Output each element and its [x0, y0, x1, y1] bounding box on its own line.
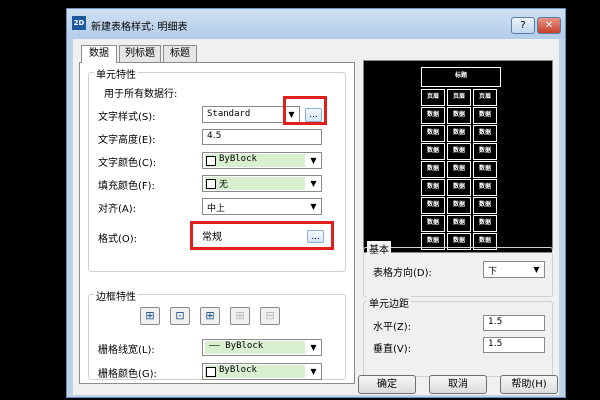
text-style-value: Standard	[207, 109, 251, 119]
preview-data-cell: 数据	[473, 107, 497, 124]
tab-panel: 单元特性 用于所有数据行: 文字样式(S): Standard ▼ ... 文字…	[79, 62, 355, 384]
preview-data-cell: 数据	[473, 215, 497, 232]
chevron-down-icon: ▼	[307, 200, 320, 213]
preview-column-header-cell: 页眉	[421, 89, 445, 106]
text-height-value: 4.5	[207, 131, 222, 141]
fill-color-value: 无	[205, 177, 305, 190]
help-title-button[interactable]: ?	[511, 17, 535, 34]
preview-data-cell: 数据	[473, 143, 497, 160]
align-label: 对齐(A):	[98, 204, 137, 215]
all-rows-subtitle: 用于所有数据行:	[104, 89, 178, 100]
horizontal-margin-label: 水平(Z):	[373, 322, 412, 333]
chevron-down-icon: ▼	[307, 365, 320, 378]
vertical-margin-label: 垂直(V):	[373, 344, 412, 355]
direction-label: 表格方向(D):	[373, 268, 432, 279]
preview-data-cell: 数据	[421, 125, 445, 142]
border-properties-title: 边框特性	[94, 288, 138, 303]
preview-data-cell: 数据	[447, 125, 471, 142]
horizontal-margin-value: 1.5	[488, 317, 503, 327]
format-browse-button[interactable]: ...	[307, 230, 324, 243]
line-color-select[interactable]: ByBlock ▼	[202, 363, 322, 380]
cell-properties-title: 单元特性	[94, 66, 138, 81]
preview-data-cell: 数据	[421, 197, 445, 214]
preview-data-cell: 数据	[473, 197, 497, 214]
preview-data-cell: 数据	[421, 179, 445, 196]
preview-data-cell: 数据	[421, 215, 445, 232]
preview-column-header-cell: 页眉	[473, 89, 497, 106]
close-button[interactable]: ✕	[537, 17, 561, 34]
fill-color-label: 填充颜色(F):	[98, 181, 155, 192]
outside-borders-button[interactable]: ⊡	[170, 307, 190, 325]
tab-column-header[interactable]: 列标题	[119, 45, 161, 62]
preview-data-cell: 数据	[447, 179, 471, 196]
chevron-down-icon: ▼	[307, 177, 320, 190]
cancel-button[interactable]: 取消	[429, 375, 487, 394]
chevron-down-icon: ▼	[307, 341, 320, 354]
preview-header-cell: 标题	[421, 67, 501, 87]
preview-data-cell: 数据	[421, 107, 445, 124]
help-button[interactable]: 帮助(H)	[500, 375, 558, 394]
line-weight-select[interactable]: —— ByBlock ▼	[202, 339, 322, 356]
text-height-input[interactable]: 4.5	[202, 129, 322, 145]
fill-color-select[interactable]: 无 ▼	[202, 175, 322, 192]
line-weight-label: 栅格线宽(L):	[98, 345, 155, 356]
line-weight-value: —— ByBlock	[205, 341, 305, 354]
preview-data-cell: 数据	[473, 161, 497, 178]
text-style-browse-button[interactable]: ...	[305, 108, 322, 122]
window-title: 新建表格样式: 明细表	[91, 22, 188, 33]
color-swatch-icon	[206, 156, 216, 166]
align-value: 中上	[207, 204, 226, 214]
preview-data-cell: 数据	[473, 179, 497, 196]
text-height-label: 文字高度(E):	[98, 135, 156, 146]
dialog-window: 2D 新建表格样式: 明细表 ? ✕ 数据 列标题 标题 单元特性 用于所有数据…	[66, 8, 566, 398]
tab-data[interactable]: 数据	[81, 45, 117, 63]
color-swatch-icon	[206, 367, 216, 377]
text-color-label: 文字颜色(C):	[98, 158, 157, 169]
text-color-value: ByBlock	[205, 154, 305, 167]
all-borders-button[interactable]: ⊞	[140, 307, 160, 325]
direction-value: 下	[488, 267, 498, 277]
preview-data-cell: 数据	[447, 161, 471, 178]
inside-borders-button[interactable]: ⊞	[200, 307, 220, 325]
title-bar[interactable]: 2D 新建表格样式: 明细表 ? ✕	[67, 9, 565, 39]
cell-margins-title: 单元边距	[367, 295, 411, 310]
direction-select[interactable]: 下 ▼	[483, 261, 545, 278]
bottom-border-button[interactable]: ⊟	[260, 307, 280, 325]
text-color-select[interactable]: ByBlock ▼	[202, 152, 322, 169]
no-borders-button[interactable]: ⊞	[230, 307, 250, 325]
chevron-down-icon: ▼	[530, 263, 543, 276]
preview-data-cell: 数据	[421, 143, 445, 160]
format-value: 常规	[202, 232, 222, 243]
preview-data-cell: 数据	[447, 107, 471, 124]
table-preview: 标题 页眉 页眉 页眉 数据 数据 数据 数据 数据 数据 数据 数据 数据 数据 数据 数据 数据 数据 数据 数据…	[363, 60, 553, 253]
dialog-client: 数据 列标题 标题 单元特性 用于所有数据行: 文字样式(S): Standar…	[73, 39, 559, 395]
line-color-value: ByBlock	[205, 365, 305, 378]
general-title: 基本	[367, 241, 391, 256]
app-logo-icon: 2D	[72, 16, 86, 30]
vertical-margin-value: 1.5	[488, 339, 503, 349]
preview-column-header-cell: 页眉	[447, 89, 471, 106]
ok-button[interactable]: 确定	[358, 375, 416, 394]
vertical-margin-input[interactable]: 1.5	[483, 337, 545, 353]
horizontal-margin-input[interactable]: 1.5	[483, 315, 545, 331]
preview-data-cell: 数据	[447, 197, 471, 214]
text-style-label: 文字样式(S):	[98, 112, 156, 123]
preview-data-cell: 数据	[473, 125, 497, 142]
color-swatch-icon	[206, 179, 216, 189]
preview-table: 标题 页眉 页眉 页眉 数据 数据 数据 数据 数据 数据 数据 数据 数据 数据 数据 数据 数据 数据 数据 数据…	[421, 67, 501, 250]
align-select[interactable]: 中上 ▼	[202, 198, 322, 215]
tab-title[interactable]: 标题	[163, 45, 197, 62]
line-color-label: 栅格颜色(G):	[98, 369, 157, 380]
preview-data-cell: 数据	[421, 161, 445, 178]
chevron-down-icon: ▼	[307, 154, 320, 167]
preview-data-cell: 数据	[447, 215, 471, 232]
format-label: 格式(O):	[98, 234, 138, 245]
preview-data-cell: 数据	[447, 143, 471, 160]
